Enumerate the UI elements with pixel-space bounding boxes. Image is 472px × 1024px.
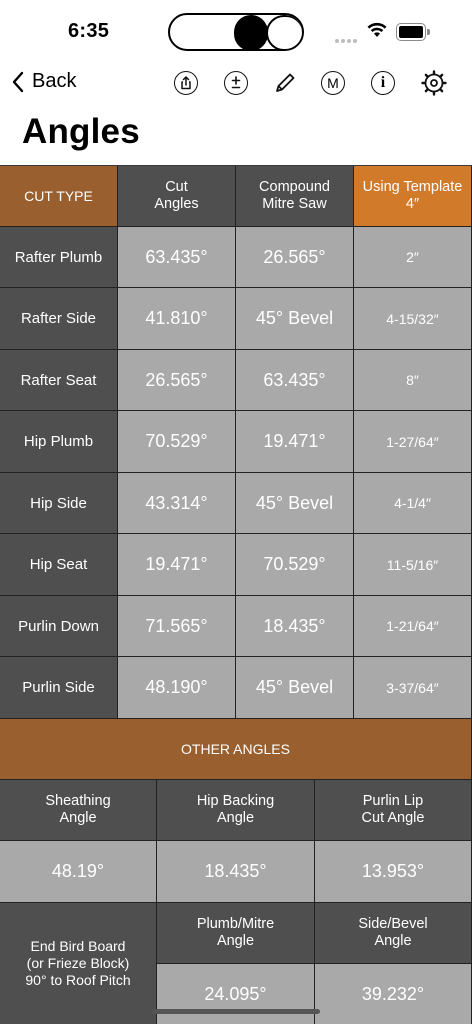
header-cut-type: CUT TYPE (0, 166, 118, 227)
purlin-lip-cut-angle-header: Purlin Lip Cut Angle (315, 780, 472, 841)
purlin-lip-cut-angle-value: 13.953° (315, 841, 472, 903)
cut-angle-value: 41.810° (118, 288, 236, 350)
mitre-saw-value: 45° Bevel (236, 473, 354, 534)
hip-backing-angle-header: Hip Backing Angle (157, 780, 315, 841)
share-icon (174, 71, 198, 95)
plus-minus-button[interactable] (223, 70, 249, 96)
template-value: 3-37/64″ (354, 657, 472, 719)
row-label: Hip Plumb (0, 411, 118, 473)
chevron-left-icon (12, 71, 24, 92)
cut-angle-value: 63.435° (118, 227, 236, 288)
hip-backing-angle-value: 18.435° (157, 841, 315, 903)
cut-angle-value: 70.529° (118, 411, 236, 473)
side-bevel-angle-header: Side/Bevel Angle (315, 903, 472, 964)
template-value: 4-15/32″ (354, 288, 472, 350)
navigation-bar: Back M i (0, 62, 472, 104)
plumb-mitre-angle-value: 24.095° (157, 964, 315, 1024)
mitre-saw-value: 45° Bevel (236, 288, 354, 350)
header-compound-mitre-saw: Compound Mitre Saw (236, 166, 354, 227)
template-value: 8″ (354, 350, 472, 411)
end-bird-board-label: End Bird Board (or Frieze Block) 90° to … (0, 903, 157, 1024)
info-icon: i (371, 71, 395, 95)
row-label: Hip Side (0, 473, 118, 534)
mitre-saw-value: 18.435° (236, 596, 354, 657)
mitre-saw-value: 45° Bevel (236, 657, 354, 719)
row-label: Rafter Side (0, 288, 118, 350)
row-label: Purlin Side (0, 657, 118, 719)
sheathing-angle-value: 48.19° (0, 841, 157, 903)
wifi-icon (367, 22, 387, 37)
other-angles-header: OTHER ANGLES (0, 719, 472, 780)
mitre-saw-value: 19.471° (236, 411, 354, 473)
mitre-saw-value: 26.565° (236, 227, 354, 288)
cut-angle-value: 19.471° (118, 534, 236, 596)
cut-angle-value: 48.190° (118, 657, 236, 719)
mitre-saw-value: 70.529° (236, 534, 354, 596)
battery-icon (396, 23, 430, 41)
edit-button[interactable] (272, 70, 298, 96)
back-label: Back (32, 70, 77, 92)
status-time: 6:35 (68, 20, 110, 42)
template-value: 2″ (354, 227, 472, 288)
cut-angle-value: 71.565° (118, 596, 236, 657)
status-bar: 6:35 (0, 0, 472, 62)
page-title: Angles (22, 112, 140, 151)
template-value: 11-5/16″ (354, 534, 472, 596)
mitre-saw-value: 63.435° (236, 350, 354, 411)
row-label: Hip Seat (0, 534, 118, 596)
home-indicator (152, 1009, 320, 1014)
share-button[interactable] (173, 70, 199, 96)
back-button[interactable]: Back (12, 70, 76, 93)
header-cut-angles: Cut Angles (118, 166, 236, 227)
dynamic-island (168, 13, 304, 51)
cut-angle-value: 26.565° (118, 350, 236, 411)
metric-button[interactable]: M (320, 70, 346, 96)
info-button[interactable]: i (370, 70, 396, 96)
plus-minus-icon (224, 71, 248, 95)
sheathing-angle-header: Sheathing Angle (0, 780, 157, 841)
row-label: Purlin Down (0, 596, 118, 657)
plumb-mitre-angle-header: Plumb/Mitre Angle (157, 903, 315, 964)
template-value: 1-21/64″ (354, 596, 472, 657)
angles-table: CUT TYPE Cut Angles Compound Mitre Saw U… (0, 165, 472, 1024)
row-label: Rafter Plumb (0, 227, 118, 288)
metric-m-icon: M (321, 71, 345, 95)
settings-button[interactable] (421, 70, 447, 96)
template-value: 4-1/4″ (354, 473, 472, 534)
row-label: Rafter Seat (0, 350, 118, 411)
gear-icon (421, 70, 447, 96)
signal-dots-icon (335, 30, 359, 48)
template-value: 1-27/64″ (354, 411, 472, 473)
header-using-template[interactable]: Using Template 4″ (354, 166, 472, 227)
side-bevel-angle-value: 39.232° (315, 964, 472, 1024)
pencil-icon (276, 73, 295, 92)
cut-angle-value: 43.314° (118, 473, 236, 534)
